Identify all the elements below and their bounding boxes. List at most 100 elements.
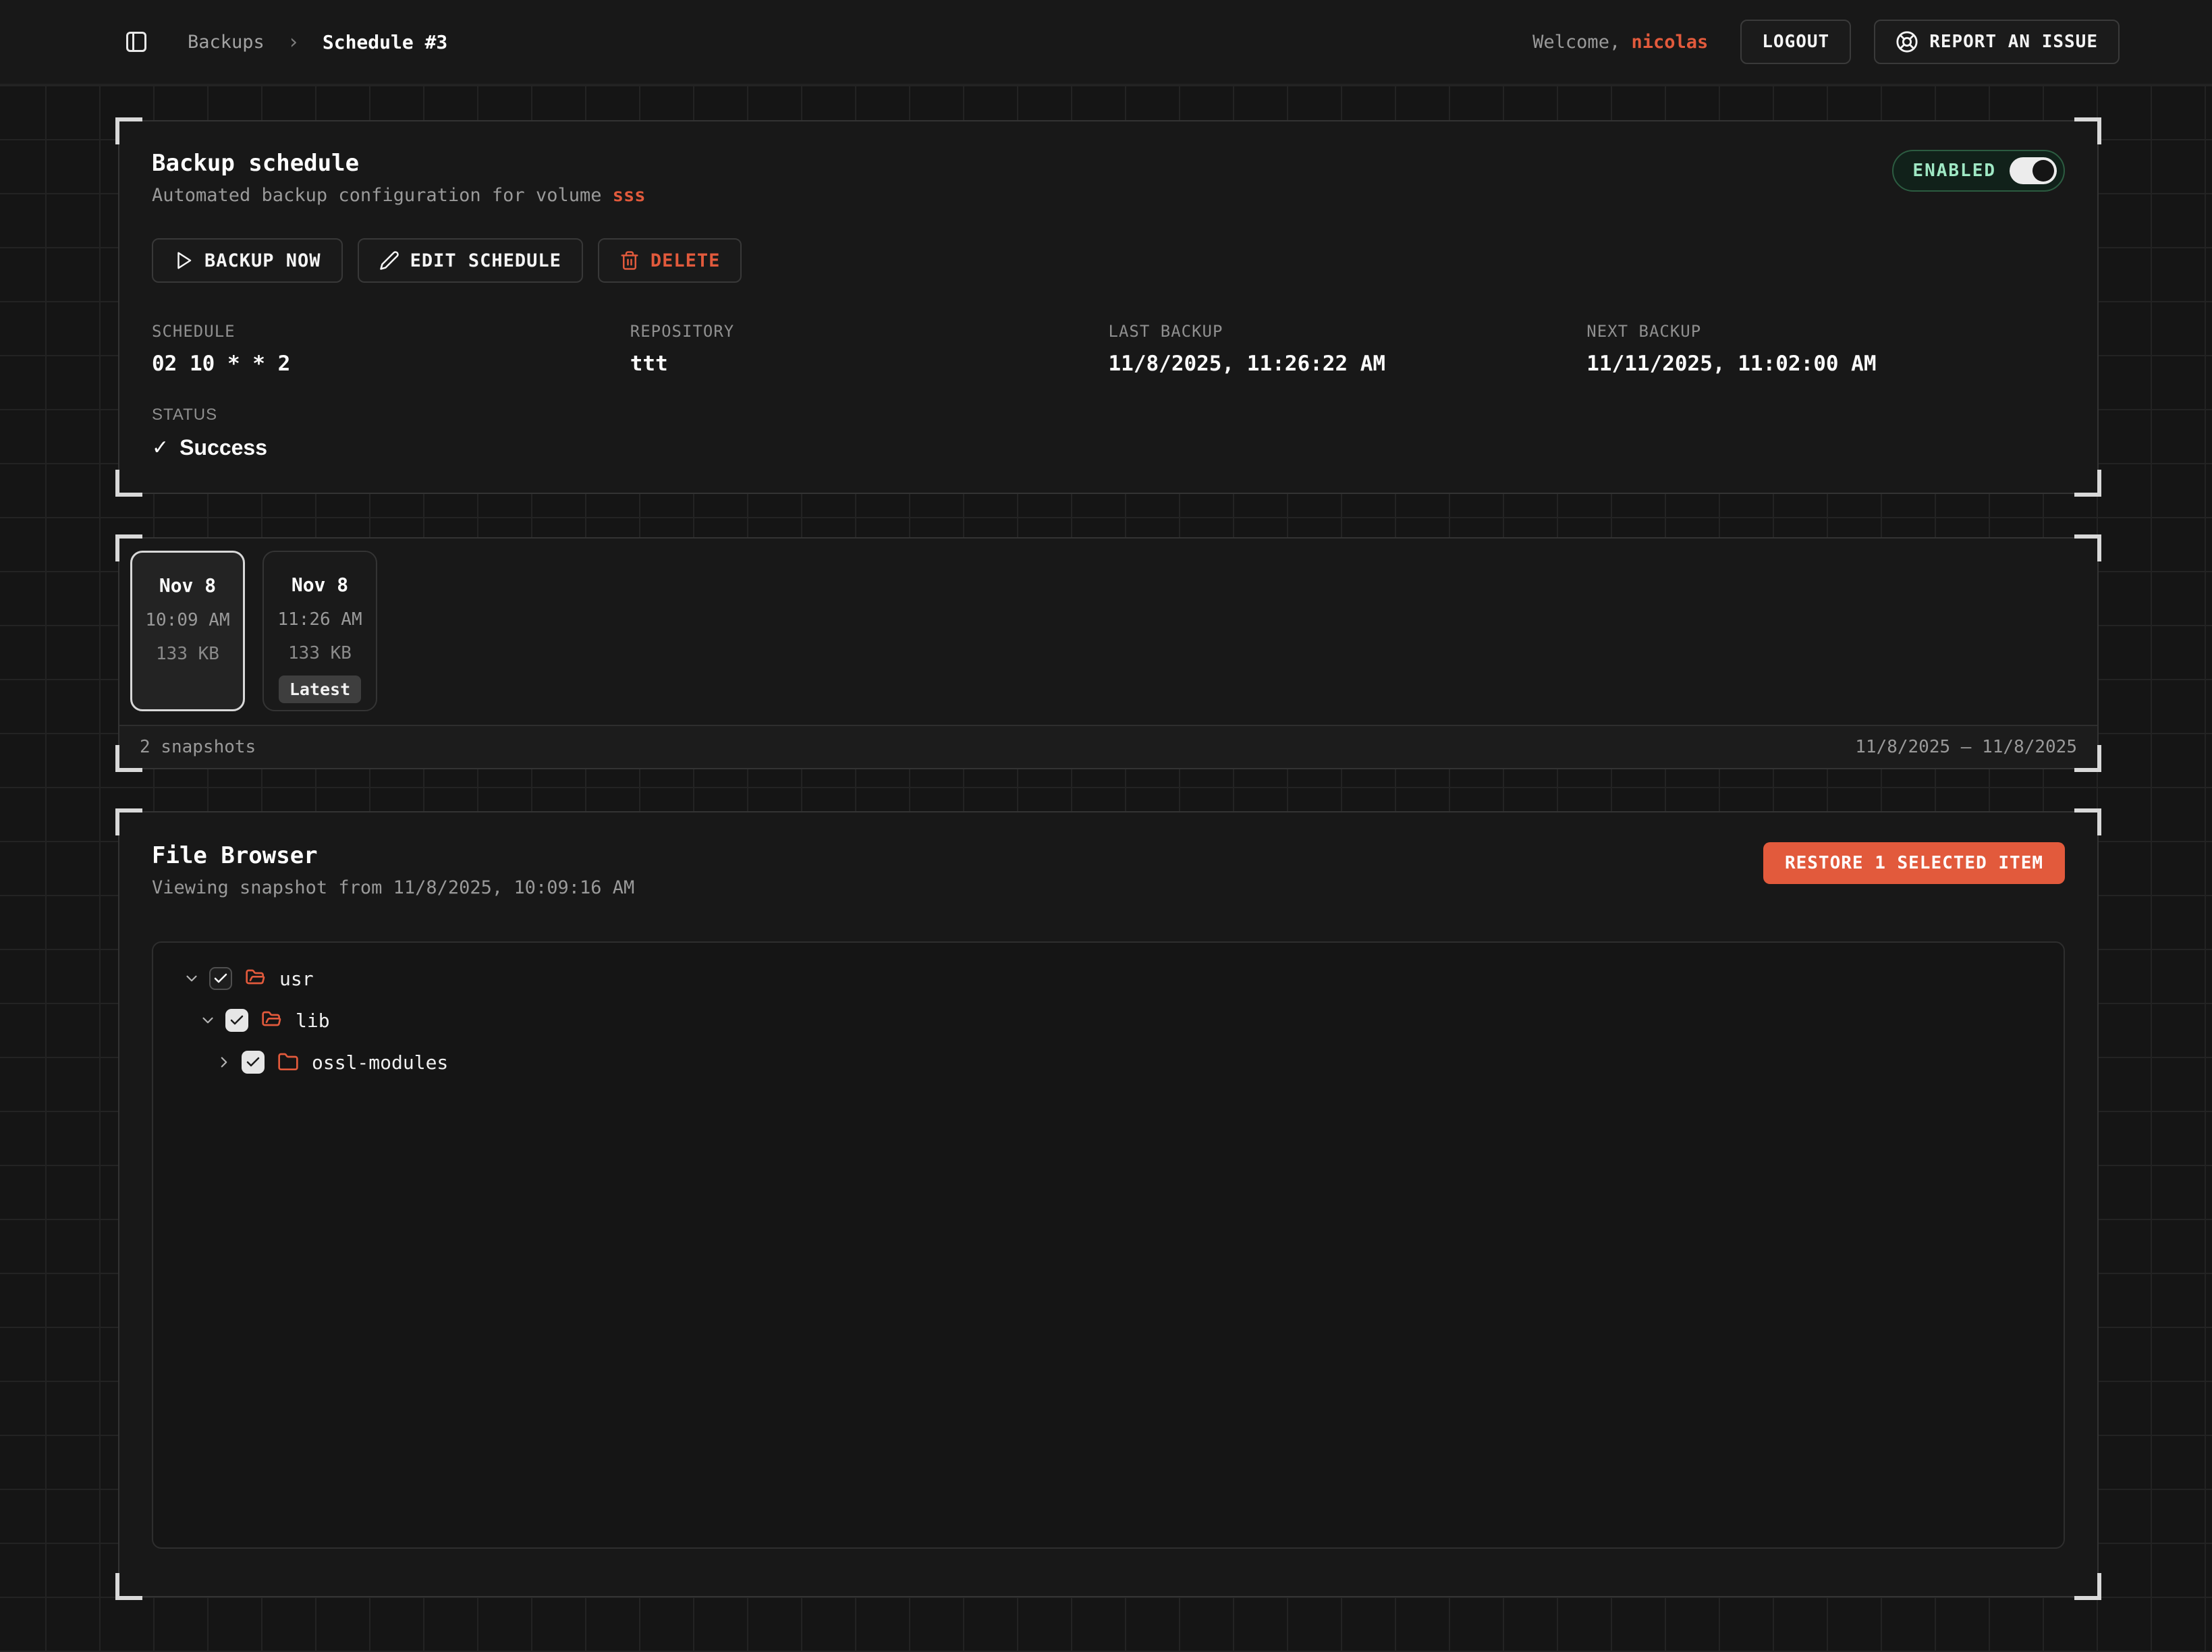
trash-icon [619, 250, 640, 271]
checkbox-ossl-modules[interactable] [242, 1051, 265, 1074]
snapshot-time: 10:09 AM [132, 610, 243, 630]
corner-bracket [2074, 808, 2101, 835]
field-next-backup-label: NEXT BACKUP [1586, 322, 2065, 341]
corner-bracket [2074, 470, 2101, 497]
report-issue-button[interactable]: REPORT AN ISSUE [1874, 20, 2120, 64]
welcome-text: Welcome, nicolas [1532, 32, 1708, 53]
backup-schedule-card: Backup schedule Automated backup configu… [118, 120, 2099, 494]
main-content: Backup schedule Automated backup configu… [0, 120, 2212, 1597]
breadcrumb: Backups › Schedule #3 [188, 30, 447, 54]
file-browser-subtitle: Viewing snapshot from 11/8/2025, 10:09:1… [152, 877, 634, 898]
field-schedule-value: 02 10 * * 2 [152, 352, 630, 376]
file-browser-card: File Browser Viewing snapshot from 11/8/… [118, 811, 2099, 1597]
backup-now-button[interactable]: BACKUP NOW [152, 238, 343, 283]
snapshot-size: 133 KB [132, 644, 243, 664]
schedule-card-subtitle: Automated backup configuration for volum… [152, 185, 646, 206]
schedule-actions: BACKUP NOW EDIT SCHEDULE DELETE [152, 238, 2065, 283]
enabled-toggle-pill[interactable]: ENABLED [1892, 150, 2065, 192]
latest-badge: Latest [279, 676, 361, 703]
schedule-card-titles: Backup schedule Automated backup configu… [152, 150, 646, 206]
tree-row-lib[interactable]: lib [169, 999, 2047, 1041]
chevron-down-icon[interactable] [183, 970, 200, 987]
corner-bracket [115, 808, 142, 835]
delete-label: DELETE [651, 250, 721, 271]
enabled-toggle-switch[interactable] [2010, 157, 2057, 184]
snapshots-panel: Nov 8 10:09 AM 133 KB Nov 8 11:26 AM 133… [118, 537, 2099, 769]
field-last-backup: LAST BACKUP 11/8/2025, 11:26:22 AM [1109, 322, 1587, 376]
field-schedule-label: SCHEDULE [152, 322, 630, 341]
snapshot-count: 2 snapshots [140, 737, 256, 757]
breadcrumb-separator: › [287, 30, 300, 54]
field-next-backup: NEXT BACKUP 11/11/2025, 11:02:00 AM [1586, 322, 2065, 376]
schedule-card-header: Backup schedule Automated backup configu… [152, 150, 2065, 206]
top-bar: Backups › Schedule #3 Welcome, nicolas L… [0, 0, 2212, 85]
folder-closed-icon [277, 1051, 299, 1073]
pencil-icon [379, 250, 399, 271]
field-last-backup-value: 11/8/2025, 11:26:22 AM [1109, 352, 1587, 376]
corner-bracket [2074, 117, 2101, 144]
field-status-label: STATUS [152, 406, 2065, 424]
folder-open-icon [245, 968, 267, 989]
breadcrumb-backups[interactable]: Backups [188, 32, 265, 53]
edit-schedule-label: EDIT SCHEDULE [410, 250, 561, 271]
file-tree-panel: usr lib [152, 941, 2065, 1549]
backup-now-label: BACKUP NOW [204, 250, 321, 271]
tree-label-lib: lib [296, 1010, 330, 1032]
welcome-prefix: Welcome, [1532, 32, 1620, 53]
tree-label-usr: usr [279, 968, 314, 990]
checkbox-usr[interactable] [209, 967, 232, 990]
status-value-text: Success [179, 435, 267, 460]
report-issue-label: REPORT AN ISSUE [1929, 32, 2098, 52]
lifebuoy-icon [1896, 30, 1918, 53]
username: nicolas [1631, 32, 1708, 53]
delete-button[interactable]: DELETE [598, 238, 742, 283]
tree-row-usr[interactable]: usr [169, 958, 2047, 999]
chevron-right-icon[interactable] [215, 1053, 233, 1071]
tree-row-ossl-modules[interactable]: ossl-modules [169, 1041, 2047, 1083]
corner-bracket [2074, 1573, 2101, 1600]
status-badge: ✓ Success [152, 435, 2065, 460]
volume-name: sss [613, 185, 646, 206]
topbar-right: Welcome, nicolas LOGOUT REPORT AN ISSUE [1532, 20, 2120, 64]
field-status: STATUS ✓ Success [152, 406, 2065, 460]
snapshot-strip: Nov 8 10:09 AM 133 KB Nov 8 11:26 AM 133… [119, 539, 2097, 725]
enabled-label: ENABLED [1912, 161, 1996, 181]
breadcrumb-current-page: Schedule #3 [323, 31, 447, 53]
field-next-backup-value: 11/11/2025, 11:02:00 AM [1586, 352, 2065, 376]
snapshot-date-range: 11/8/2025 – 11/8/2025 [1855, 737, 2077, 757]
restore-selected-button[interactable]: RESTORE 1 SELECTED ITEM [1763, 842, 2065, 884]
file-browser-header: File Browser Viewing snapshot from 11/8/… [152, 842, 2065, 898]
chevron-down-icon[interactable] [199, 1012, 217, 1029]
panel-left-icon [124, 30, 148, 54]
edit-schedule-button[interactable]: EDIT SCHEDULE [358, 238, 583, 283]
toggle-knob [2033, 160, 2054, 182]
sidebar-toggle-button[interactable] [124, 30, 148, 54]
schedule-fields: SCHEDULE 02 10 * * 2 REPOSITORY ttt LAST… [152, 322, 2065, 376]
restore-selected-label: RESTORE 1 SELECTED ITEM [1785, 853, 2043, 873]
logout-button[interactable]: LOGOUT [1740, 20, 1851, 64]
snapshot-date: Nov 8 [132, 574, 243, 597]
corner-bracket [115, 470, 142, 497]
file-browser-titles: File Browser Viewing snapshot from 11/8/… [152, 842, 634, 898]
subtitle-text: Automated backup configuration for volum… [152, 185, 601, 206]
play-icon [173, 250, 194, 271]
tree-label-ossl-modules: ossl-modules [312, 1051, 448, 1074]
field-repository: REPOSITORY ttt [630, 322, 1109, 376]
snapshot-card-1[interactable]: Nov 8 10:09 AM 133 KB [130, 551, 245, 711]
snapshot-date: Nov 8 [264, 574, 376, 596]
field-repository-label: REPOSITORY [630, 322, 1109, 341]
schedule-card-title: Backup schedule [152, 150, 646, 177]
check-icon: ✓ [152, 436, 169, 460]
file-browser-title: File Browser [152, 842, 634, 869]
logout-button-label: LOGOUT [1762, 32, 1829, 52]
topbar-left: Backups › Schedule #3 [124, 30, 447, 54]
field-schedule: SCHEDULE 02 10 * * 2 [152, 322, 630, 376]
folder-open-icon [261, 1010, 283, 1031]
snapshot-card-2[interactable]: Nov 8 11:26 AM 133 KB Latest [262, 551, 377, 711]
snapshots-footer: 2 snapshots 11/8/2025 – 11/8/2025 [119, 725, 2097, 768]
field-last-backup-label: LAST BACKUP [1109, 322, 1587, 341]
checkbox-lib[interactable] [225, 1009, 248, 1032]
field-repository-value: ttt [630, 352, 1109, 376]
snapshot-time: 11:26 AM [264, 609, 376, 630]
snapshot-size: 133 KB [264, 643, 376, 663]
